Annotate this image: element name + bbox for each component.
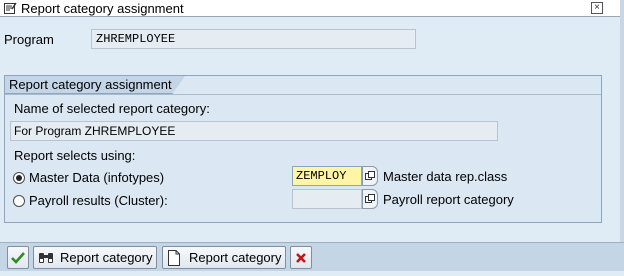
radio-selected-dot — [16, 174, 22, 181]
payroll-search-help-button[interactable] — [362, 189, 378, 209]
find-report-category-label: Report category — [60, 250, 153, 265]
master-data-option[interactable]: Master Data (infotypes) — [13, 170, 164, 185]
report-category-name-label: Name of selected report category: — [14, 101, 210, 116]
report-category-group: Report category assignment Name of selec… — [4, 75, 602, 223]
report-selects-label: Report selects using: — [14, 148, 136, 163]
master-data-label: Master Data (infotypes) — [29, 170, 165, 185]
close-icon[interactable]: × — [591, 2, 603, 14]
confirm-button[interactable] — [7, 246, 29, 269]
value-help-icon — [365, 171, 375, 180]
new-report-category-button[interactable]: Report category — [162, 246, 286, 269]
binoculars-icon — [39, 252, 53, 263]
group-title-divider — [5, 94, 601, 95]
program-field: ZHREMPLOYEE — [91, 29, 416, 49]
payroll-description: Payroll report category — [383, 192, 514, 207]
dialog-toolbar: Report category Report category — [0, 242, 624, 271]
payroll-category-input[interactable] — [292, 189, 362, 209]
master-data-description: Master data rep.class — [383, 169, 508, 184]
bottom-strip — [0, 271, 624, 276]
master-data-class-input[interactable]: ZEMPLOY — [292, 166, 362, 186]
master-data-radio[interactable] — [13, 171, 25, 184]
window-menu-icon[interactable] — [3, 1, 17, 15]
master-data-class-value: ZEMPLOY — [296, 169, 347, 183]
new-document-icon — [168, 249, 180, 266]
window-edge — [620, 0, 624, 276]
payroll-results-option[interactable]: Payroll results (Cluster): — [13, 193, 168, 208]
payroll-results-radio[interactable] — [13, 194, 25, 207]
title-bar: Report category assignment × — [0, 0, 624, 17]
cancel-button[interactable] — [290, 246, 312, 269]
master-data-search-help-button[interactable] — [362, 166, 378, 186]
group-title: Report category assignment — [5, 76, 185, 94]
program-label: Program — [4, 31, 54, 47]
new-report-category-label: Report category — [189, 250, 282, 265]
checkmark-icon — [11, 251, 25, 264]
cancel-icon — [296, 252, 306, 263]
window-title: Report category assignment — [21, 0, 184, 16]
report-category-name-field: For Program ZHREMPLOYEE — [10, 121, 498, 141]
program-row: Program ZHREMPLOYEE — [4, 29, 416, 49]
value-help-icon — [365, 194, 375, 203]
find-report-category-button[interactable]: Report category — [33, 246, 157, 269]
payroll-results-label: Payroll results (Cluster): — [29, 193, 168, 208]
